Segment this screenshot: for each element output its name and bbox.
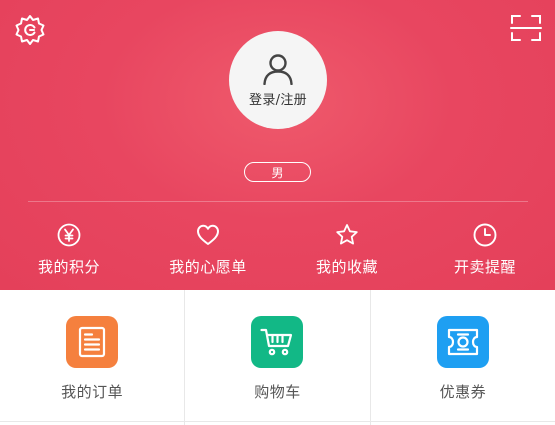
my-points-label: 我的积分 — [37, 258, 100, 276]
shopping-cart-tile[interactable]: 购物车 — [184, 290, 369, 425]
shopping-cart-label: 购物车 — [254, 383, 301, 401]
coupons-tile[interactable]: 优惠券 — [369, 290, 555, 425]
coupons-label: 优惠券 — [439, 383, 487, 401]
cart-icon — [260, 328, 293, 356]
order-list-icon — [79, 326, 106, 358]
sale-reminder[interactable]: 开卖提醒 — [440, 222, 530, 277]
coupons-badge — [436, 316, 489, 368]
bottom-divider — [0, 421, 555, 422]
login-avatar[interactable]: 登录/注册 — [229, 31, 327, 129]
heart-icon — [197, 224, 219, 245]
scan-button[interactable] — [508, 12, 544, 44]
sale-reminder-label: 开卖提醒 — [453, 258, 516, 276]
my-orders-tile[interactable]: 我的订单 — [0, 290, 184, 425]
login-register-label: 登录/注册 — [249, 92, 307, 108]
shortcut-tiles: 我的订单 购物车 优惠券 — [0, 290, 555, 425]
my-wishlist[interactable]: 我的心愿单 — [161, 222, 255, 277]
shopping-cart-badge — [251, 316, 304, 368]
scan-icon — [510, 15, 542, 41]
my-favorites-label: 我的收藏 — [315, 258, 378, 276]
my-wishlist-label: 我的心愿单 — [169, 258, 247, 276]
gender-badge[interactable]: 男 — [244, 162, 311, 182]
star-icon — [336, 224, 358, 245]
my-orders-label: 我的订单 — [61, 383, 124, 401]
settings-button[interactable] — [12, 12, 48, 48]
my-favorites[interactable]: 我的收藏 — [302, 222, 392, 277]
user-icon — [263, 53, 293, 85]
my-points[interactable]: 我的积分 — [24, 222, 114, 277]
my-orders-badge — [66, 316, 119, 368]
header-divider — [28, 201, 528, 202]
coupon-icon — [447, 328, 478, 356]
profile-header: 登录/注册 男 我的积分 我的心愿单 我的收藏 开卖提醒 — [0, 0, 555, 290]
yen-icon — [57, 223, 81, 247]
settings-icon — [15, 15, 45, 45]
clock-icon — [473, 223, 497, 247]
